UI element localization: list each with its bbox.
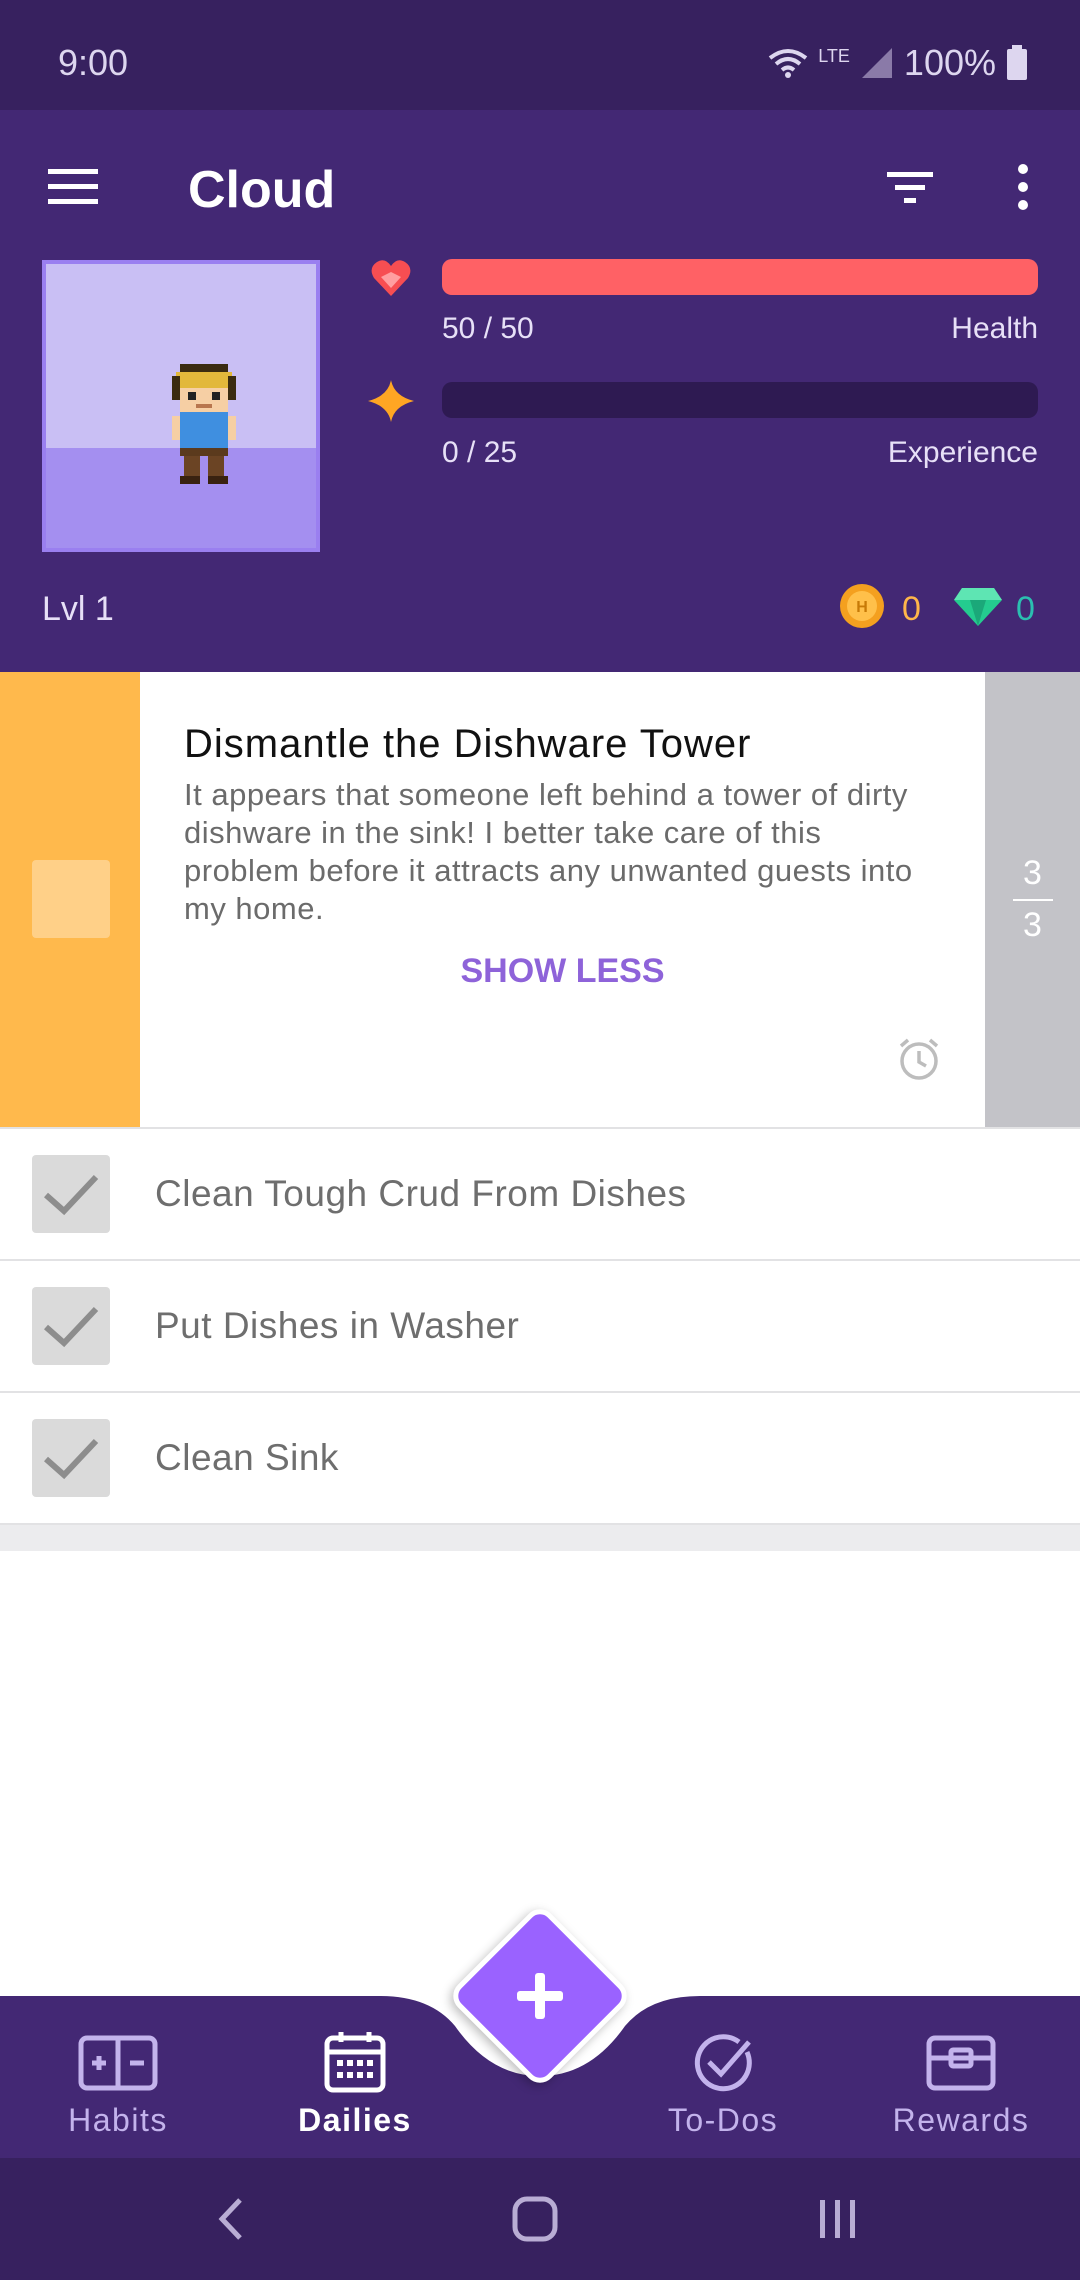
tab-habits[interactable]: Habits bbox=[38, 1996, 198, 2158]
experience-value: 0 / 25 bbox=[442, 436, 518, 469]
checklist-item-label: Clean Tough Crud From Dishes bbox=[155, 1173, 687, 1214]
calendar-icon bbox=[324, 2032, 386, 2093]
checkmark-icon bbox=[44, 1306, 99, 1348]
tab-todos[interactable]: To-Dos bbox=[643, 1996, 803, 2158]
menu-icon[interactable] bbox=[46, 165, 100, 209]
gold-icon: H bbox=[840, 584, 884, 628]
health-bar bbox=[442, 259, 1038, 295]
checklist-checkbox[interactable] bbox=[32, 1287, 110, 1365]
task-value-stripe bbox=[0, 672, 140, 1127]
health-bar-fill bbox=[442, 259, 1038, 295]
todo-check-icon bbox=[694, 2034, 752, 2092]
system-navigation-bar bbox=[0, 2158, 1080, 2280]
battery-icon bbox=[1007, 45, 1027, 80]
svg-text:H: H bbox=[856, 599, 868, 616]
gem-icon bbox=[954, 588, 1002, 626]
status-time: 9:00 bbox=[58, 42, 129, 83]
gem-amount: 0 bbox=[1016, 590, 1035, 628]
tab-rewards[interactable]: Rewards bbox=[881, 1996, 1041, 2158]
experience-bar bbox=[442, 382, 1038, 418]
page-title: Cloud bbox=[188, 161, 336, 219]
wifi-icon bbox=[769, 49, 808, 78]
level-label: Lvl 1 bbox=[42, 590, 114, 628]
daily-task-card[interactable]: Dismantle the Dishware Tower It appears … bbox=[0, 672, 1080, 1127]
home-icon[interactable] bbox=[510, 2194, 560, 2244]
status-bar: 9:00 LTE 100% bbox=[0, 0, 1080, 110]
heart-icon bbox=[371, 260, 411, 296]
checklist-checkbox[interactable] bbox=[32, 1155, 110, 1233]
task-checkbox[interactable] bbox=[32, 860, 110, 938]
task-title: Dismantle the Dishware Tower bbox=[184, 722, 752, 766]
more-options-icon[interactable] bbox=[1008, 162, 1038, 212]
checklist-item-label: Clean Sink bbox=[155, 1437, 339, 1478]
checkmark-icon bbox=[44, 1174, 99, 1216]
star-icon bbox=[368, 380, 414, 422]
tab-habits-label: Habits bbox=[68, 2102, 168, 2138]
signal-icon bbox=[861, 48, 892, 78]
plus-icon bbox=[517, 1973, 563, 2019]
checklist-checkbox[interactable] bbox=[32, 1419, 110, 1497]
tab-rewards-label: Rewards bbox=[892, 2102, 1030, 2138]
checklist-done-count: 3 bbox=[1023, 854, 1042, 892]
network-type: LTE bbox=[818, 46, 850, 66]
checklist-item-label: Put Dishes in Washer bbox=[155, 1305, 520, 1346]
experience-label: Experience bbox=[887, 436, 1038, 469]
task-description: It appears that someone left behind a to… bbox=[184, 777, 913, 926]
list-divider bbox=[0, 1523, 1080, 1551]
health-label: Health bbox=[951, 312, 1038, 345]
treasure-chest-icon bbox=[926, 2035, 996, 2091]
battery-level: 100% bbox=[903, 42, 996, 83]
checklist-divider bbox=[1013, 899, 1053, 901]
show-less-button[interactable]: SHOW LESS bbox=[0, 952, 1080, 991]
avatar-sprite bbox=[172, 364, 236, 484]
alarm-clock-icon bbox=[899, 1038, 939, 1080]
checklist-item[interactable]: Put Dishes in Washer bbox=[0, 1259, 1080, 1392]
checkmark-icon bbox=[44, 1438, 99, 1480]
checklist-item[interactable]: Clean Sink bbox=[0, 1391, 1080, 1524]
tab-dailies[interactable]: Dailies bbox=[275, 1996, 435, 2158]
checklist-progress[interactable]: 3 3 bbox=[985, 672, 1080, 1127]
avatar[interactable] bbox=[42, 260, 320, 552]
checklist-total-count: 3 bbox=[1023, 906, 1042, 944]
back-icon[interactable] bbox=[212, 2196, 252, 2242]
header: Cloud 50 / 50 Health 0 / 25 Experience L… bbox=[0, 110, 1080, 672]
tab-dailies-label: Dailies bbox=[298, 2102, 412, 2138]
tab-todos-label: To-Dos bbox=[667, 2102, 779, 2138]
health-value: 50 / 50 bbox=[442, 312, 534, 345]
habits-icon bbox=[78, 2035, 158, 2091]
recent-apps-icon[interactable] bbox=[816, 2198, 860, 2240]
filter-icon[interactable] bbox=[885, 168, 935, 208]
status-icons: LTE 100% bbox=[768, 42, 1028, 84]
gold-amount: 0 bbox=[902, 590, 921, 628]
checklist-item[interactable]: Clean Tough Crud From Dishes bbox=[0, 1127, 1080, 1260]
